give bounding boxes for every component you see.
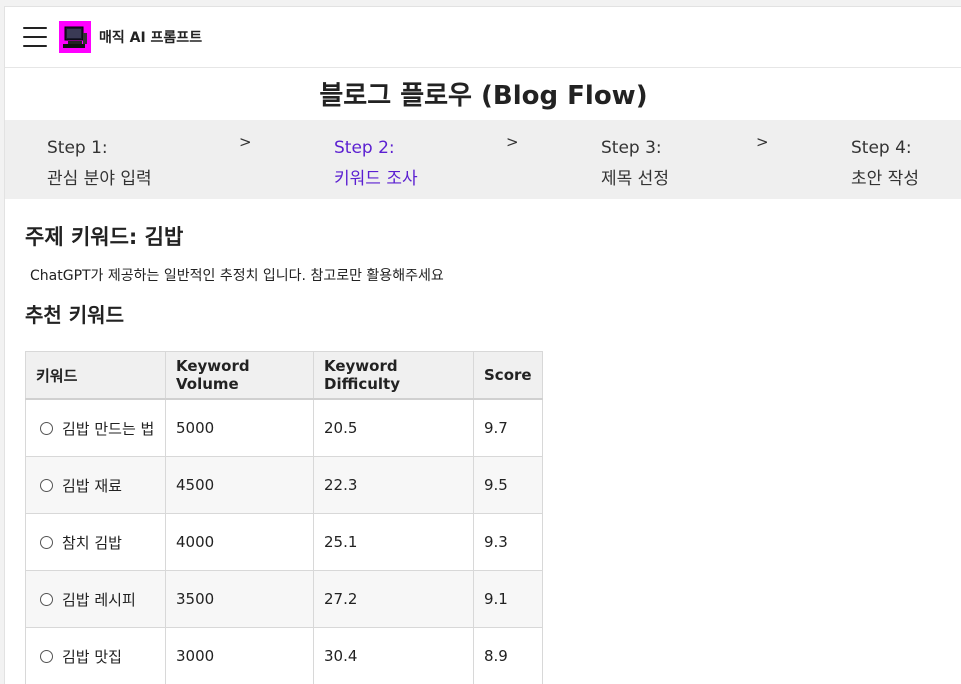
difficulty-cell: 27.2 [314, 571, 474, 628]
topic-keyword-title: 주제 키워드: 김밥 [25, 221, 961, 251]
keyword-radio[interactable] [40, 650, 53, 663]
score-cell: 9.5 [474, 457, 543, 514]
difficulty-cell: 22.3 [314, 457, 474, 514]
keyword-cell[interactable]: 김밥 만드는 법 [26, 399, 166, 457]
keyword-radio[interactable] [40, 479, 53, 492]
step-2: Step 2: 키워드 조사 [334, 133, 418, 195]
score-cell: 9.1 [474, 571, 543, 628]
column-header-difficulty: Keyword Difficulty [314, 352, 474, 400]
keyword-cell[interactable]: 김밥 레시피 [26, 571, 166, 628]
recommended-keywords-title: 추천 키워드 [25, 299, 961, 328]
page-title: 블로그 플로우 (Blog Flow) [5, 76, 961, 120]
keyword-radio[interactable] [40, 422, 53, 435]
volume-cell: 3500 [166, 571, 314, 628]
estimate-note: ChatGPT가 제공하는 일반적인 추정치 입니다. 참고로만 활용해주세요 [25, 265, 961, 285]
step-label: 제목 선정 [601, 164, 669, 195]
step-label: 초안 작성 [851, 164, 919, 195]
column-header-score: Score [474, 352, 543, 400]
step-3: Step 3: 제목 선정 [601, 133, 669, 195]
step-separator: > [506, 133, 519, 151]
table-header-row: 키워드 Keyword Volume Keyword Difficulty Sc… [26, 352, 543, 400]
keyword-label: 김밥 맛집 [62, 648, 122, 666]
column-header-volume: Keyword Volume [166, 352, 314, 400]
keyword-cell[interactable]: 김밥 재료 [26, 457, 166, 514]
keyword-label: 김밥 만드는 법 [62, 420, 154, 438]
step-number: Step 2: [334, 133, 418, 164]
app-name[interactable]: 매직 AI 프롬프트 [99, 27, 202, 47]
keyword-cell[interactable]: 김밥 맛집 [26, 628, 166, 684]
volume-cell: 5000 [166, 399, 314, 457]
difficulty-cell: 20.5 [314, 399, 474, 457]
score-cell: 9.3 [474, 514, 543, 571]
table-row[interactable]: 김밥 맛집 3000 30.4 8.9 [26, 628, 543, 684]
step-4: Step 4: 초안 작성 [851, 133, 919, 195]
step-number: Step 3: [601, 133, 669, 164]
difficulty-cell: 25.1 [314, 514, 474, 571]
step-number: Step 1: [47, 133, 152, 164]
step-progress: Step 1: 관심 분야 입력 > Step 2: 키워드 조사 > Step… [5, 120, 961, 199]
step-number: Step 4: [851, 133, 919, 164]
table-row[interactable]: 참치 김밥 4000 25.1 9.3 [26, 514, 543, 571]
keyword-radio[interactable] [40, 593, 53, 606]
computer-logo-icon[interactable] [59, 21, 91, 53]
difficulty-cell: 30.4 [314, 628, 474, 684]
keyword-label: 참치 김밥 [62, 534, 122, 552]
keyword-label: 김밥 재료 [62, 477, 122, 495]
volume-cell: 4500 [166, 457, 314, 514]
step-separator: > [239, 133, 252, 151]
keyword-table: 키워드 Keyword Volume Keyword Difficulty Sc… [25, 351, 543, 684]
volume-cell: 4000 [166, 514, 314, 571]
hamburger-menu-icon[interactable] [23, 27, 47, 47]
step-label: 키워드 조사 [334, 164, 418, 195]
score-cell: 9.7 [474, 399, 543, 457]
score-cell: 8.9 [474, 628, 543, 684]
keyword-radio[interactable] [40, 536, 53, 549]
table-row[interactable]: 김밥 만드는 법 5000 20.5 9.7 [26, 399, 543, 457]
top-bar: 매직 AI 프롬프트 [5, 7, 961, 68]
column-header-keyword: 키워드 [26, 352, 166, 400]
keyword-label: 김밥 레시피 [62, 591, 136, 609]
keyword-section: 주제 키워드: 김밥 ChatGPT가 제공하는 일반적인 추정치 입니다. 참… [5, 221, 961, 684]
keyword-cell[interactable]: 참치 김밥 [26, 514, 166, 571]
step-label: 관심 분야 입력 [47, 164, 152, 195]
page: 매직 AI 프롬프트 블로그 플로우 (Blog Flow) Step 1: 관… [4, 6, 961, 684]
table-row[interactable]: 김밥 재료 4500 22.3 9.5 [26, 457, 543, 514]
table-row[interactable]: 김밥 레시피 3500 27.2 9.1 [26, 571, 543, 628]
volume-cell: 3000 [166, 628, 314, 684]
step-separator: > [756, 133, 769, 151]
step-1: Step 1: 관심 분야 입력 [47, 133, 152, 195]
